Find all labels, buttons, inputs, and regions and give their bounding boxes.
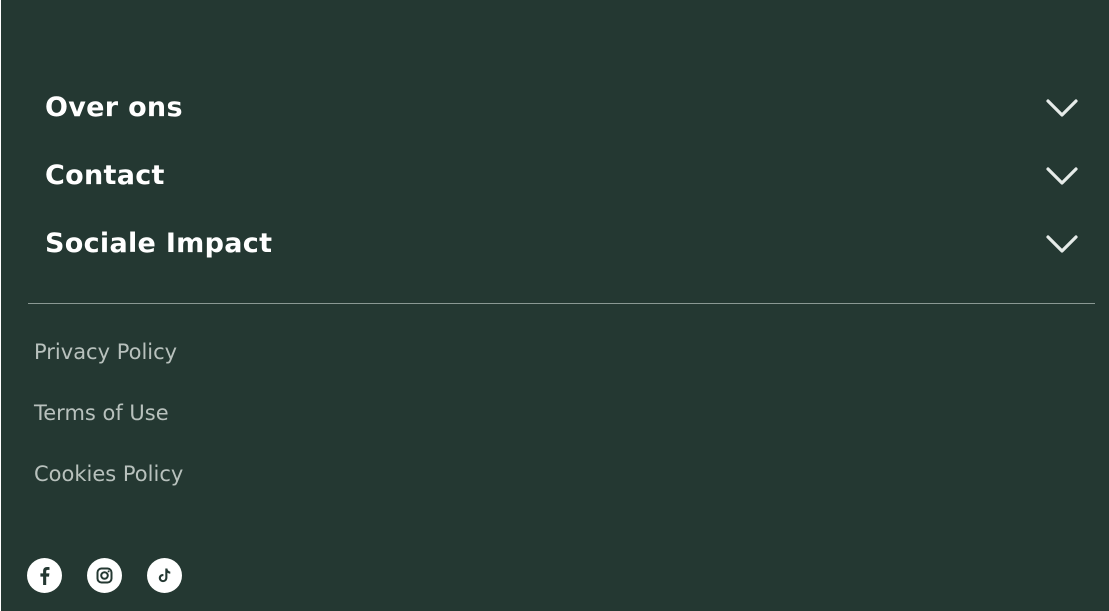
accordion-contact[interactable]: Contact <box>1 151 1109 201</box>
instagram-icon <box>96 567 113 584</box>
accordion-title: Sociale Impact <box>45 228 273 259</box>
accordion-title: Over ons <box>45 92 183 123</box>
instagram-link[interactable] <box>87 558 122 593</box>
facebook-icon <box>40 567 50 585</box>
chevron-down-icon[interactable] <box>1045 165 1079 187</box>
accordion-title: Contact <box>45 160 165 191</box>
chevron-down-icon[interactable] <box>1045 97 1079 119</box>
chevron-down-icon[interactable] <box>1045 233 1079 255</box>
accordion-sociale-impact[interactable]: Sociale Impact <box>1 219 1109 269</box>
terms-of-use-link[interactable]: Terms of Use <box>34 401 169 425</box>
cookies-policy-link[interactable]: Cookies Policy <box>34 462 183 486</box>
tiktok-icon <box>158 568 171 583</box>
accordion-over-ons[interactable]: Over ons <box>1 83 1109 133</box>
site-footer: Over ons Contact Sociale Impact Privacy … <box>1 0 1109 611</box>
footer-divider <box>28 303 1095 304</box>
tiktok-link[interactable] <box>147 558 182 593</box>
facebook-link[interactable] <box>27 558 62 593</box>
privacy-policy-link[interactable]: Privacy Policy <box>34 340 177 364</box>
